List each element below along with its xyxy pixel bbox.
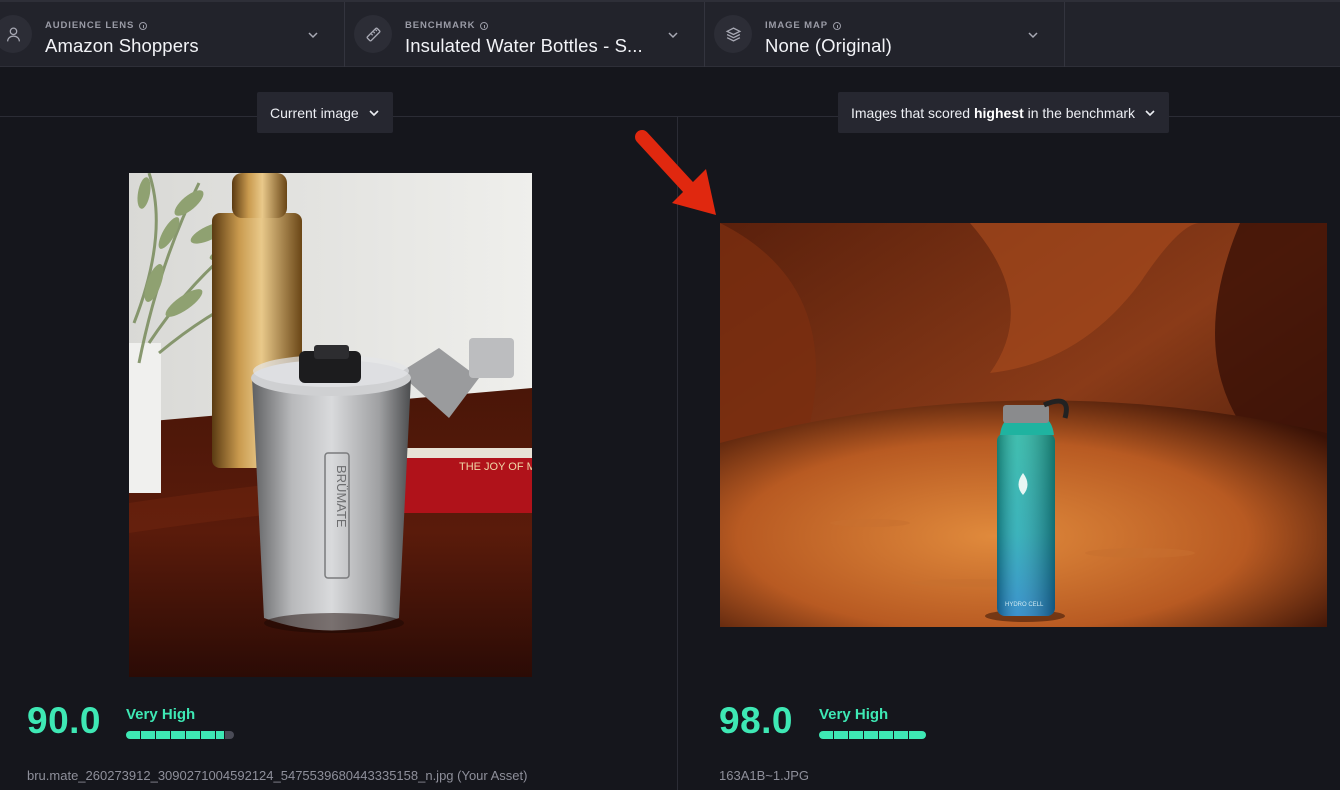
user-icon xyxy=(0,15,32,53)
image-map-selector[interactable]: IMAGE MAP None (Original) xyxy=(705,2,1065,67)
current-image-score-bar xyxy=(126,731,234,739)
current-image-dropdown[interactable]: Current image xyxy=(257,92,393,133)
benchmark-label: BENCHMARK xyxy=(405,20,489,31)
info-icon xyxy=(139,21,148,30)
top-toolbar: AUDIENCE LENS Amazon Shoppers BENCHMARK … xyxy=(0,0,1340,67)
ruler-icon xyxy=(354,15,392,53)
benchmark-value: Insulated Water Bottles - S... xyxy=(405,35,643,56)
annotation-arrow-icon xyxy=(635,130,716,215)
chevron-down-icon xyxy=(1145,109,1155,116)
benchmark-image-rating: Very High xyxy=(819,706,889,723)
book-title-text: THE JOY OF MIX xyxy=(459,461,532,473)
bottle-brand-text: HYDRO CELL xyxy=(1005,602,1044,608)
benchmark-images-dropdown-label: Images that scored highest in the benchm… xyxy=(851,104,1136,121)
current-image-rating: Very High xyxy=(126,706,196,723)
info-icon xyxy=(833,21,841,30)
image-map-value: None (Original) xyxy=(765,35,892,56)
current-image-dropdown-label: Current image xyxy=(270,104,359,121)
chevron-down-icon xyxy=(668,32,678,39)
benchmark-image-score-bar xyxy=(819,731,926,739)
benchmark-selector[interactable]: BENCHMARK Insulated Water Bottles - S... xyxy=(345,2,705,67)
audience-lens-value: Amazon Shoppers xyxy=(45,35,199,56)
chevron-down-icon xyxy=(369,109,379,116)
benchmark-top-image: HYDRO CELL xyxy=(720,223,1327,627)
current-image: THE JOY OF MIX BRÜMATE xyxy=(129,173,532,677)
benchmark-images-dropdown[interactable]: Images that scored highest in the benchm… xyxy=(838,92,1170,133)
tumbler-brand-text: BRÜMATE xyxy=(334,465,349,528)
chevron-down-icon xyxy=(308,32,318,39)
benchmark-image-score: 98.0 xyxy=(719,700,794,741)
image-map-label: IMAGE MAP xyxy=(765,20,841,31)
info-icon xyxy=(480,21,489,30)
current-image-score: 90.0 xyxy=(27,700,102,741)
chevron-down-icon xyxy=(1028,32,1038,39)
layers-icon xyxy=(714,15,752,53)
audience-lens-selector[interactable]: AUDIENCE LENS Amazon Shoppers xyxy=(0,2,345,67)
audience-lens-label: AUDIENCE LENS xyxy=(45,20,148,31)
benchmark-image-filename: 163A1B~1.JPG xyxy=(719,768,809,783)
current-image-filename: bru.mate_260273912_3090271004592124_5475… xyxy=(27,768,528,783)
